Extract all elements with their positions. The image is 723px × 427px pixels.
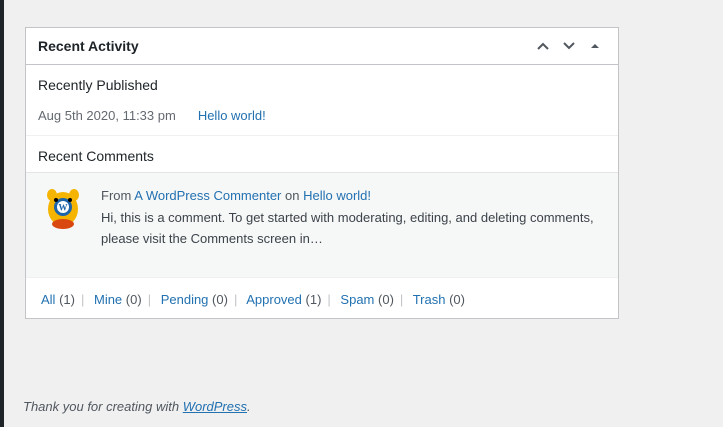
move-down-button[interactable] <box>558 35 580 57</box>
comment-filters: All (1) | Mine (0) | Pending (0) | Approved… <box>41 292 465 307</box>
filter-approved-count: (1) <box>305 292 322 307</box>
filter-all-link[interactable]: All <box>41 292 55 307</box>
wapuu-avatar-icon: W <box>47 189 79 229</box>
filter-mine-count: (0) <box>125 292 142 307</box>
admin-edge <box>0 0 4 427</box>
comment-from-label: From <box>101 188 132 203</box>
admin-footer: Thank you for creating with WordPress. <box>23 399 251 414</box>
filter-pending-link[interactable]: Pending <box>161 292 209 307</box>
toggle-panel-button[interactable] <box>584 35 606 57</box>
widget-header: Recent Activity <box>26 28 618 65</box>
comment-meta: From A WordPress Commenter on Hello worl… <box>101 188 371 203</box>
svg-text:W: W <box>59 203 68 213</box>
triangle-up-icon <box>591 44 599 48</box>
wordpress-link[interactable]: WordPress <box>183 399 247 414</box>
filter-trash-link[interactable]: Trash <box>413 292 446 307</box>
chevron-up-icon <box>537 42 549 50</box>
published-date: Aug 5th 2020, 11:33 pm <box>38 108 176 123</box>
comment-author-link[interactable]: A WordPress Commenter <box>134 188 281 203</box>
filter-approved-link[interactable]: Approved <box>246 292 302 307</box>
recently-published-heading: Recently Published <box>38 77 158 93</box>
comment-on-label: on <box>285 188 300 203</box>
published-item: Aug 5th 2020, 11:33 pm Hello world! <box>38 108 266 123</box>
filter-pending-count: (0) <box>212 292 228 307</box>
filter-all-count: (1) <box>59 292 75 307</box>
handle-actions <box>532 35 606 57</box>
section-divider <box>26 135 618 136</box>
recent-comments-heading: Recent Comments <box>38 148 154 164</box>
footer-text: Thank you for creating with <box>23 399 180 414</box>
recent-activity-widget: Recent Activity Recently Published Aug 5… <box>25 27 619 319</box>
comment-item: W From A WordPress Commenter on Hello wo… <box>26 172 618 278</box>
published-post-link[interactable]: Hello world! <box>198 108 266 123</box>
comment-excerpt: Hi, this is a comment. To get started wi… <box>101 210 594 246</box>
filter-spam-count: (0) <box>378 292 394 307</box>
comment-post-link[interactable]: Hello world! <box>303 188 371 203</box>
move-up-button[interactable] <box>532 35 554 57</box>
filter-mine-link[interactable]: Mine <box>94 292 122 307</box>
footer-end: . <box>247 399 251 414</box>
chevron-down-icon <box>563 42 575 50</box>
filter-spam-link[interactable]: Spam <box>340 292 374 307</box>
filter-trash-count: (0) <box>449 292 465 307</box>
widget-title: Recent Activity <box>38 38 139 54</box>
